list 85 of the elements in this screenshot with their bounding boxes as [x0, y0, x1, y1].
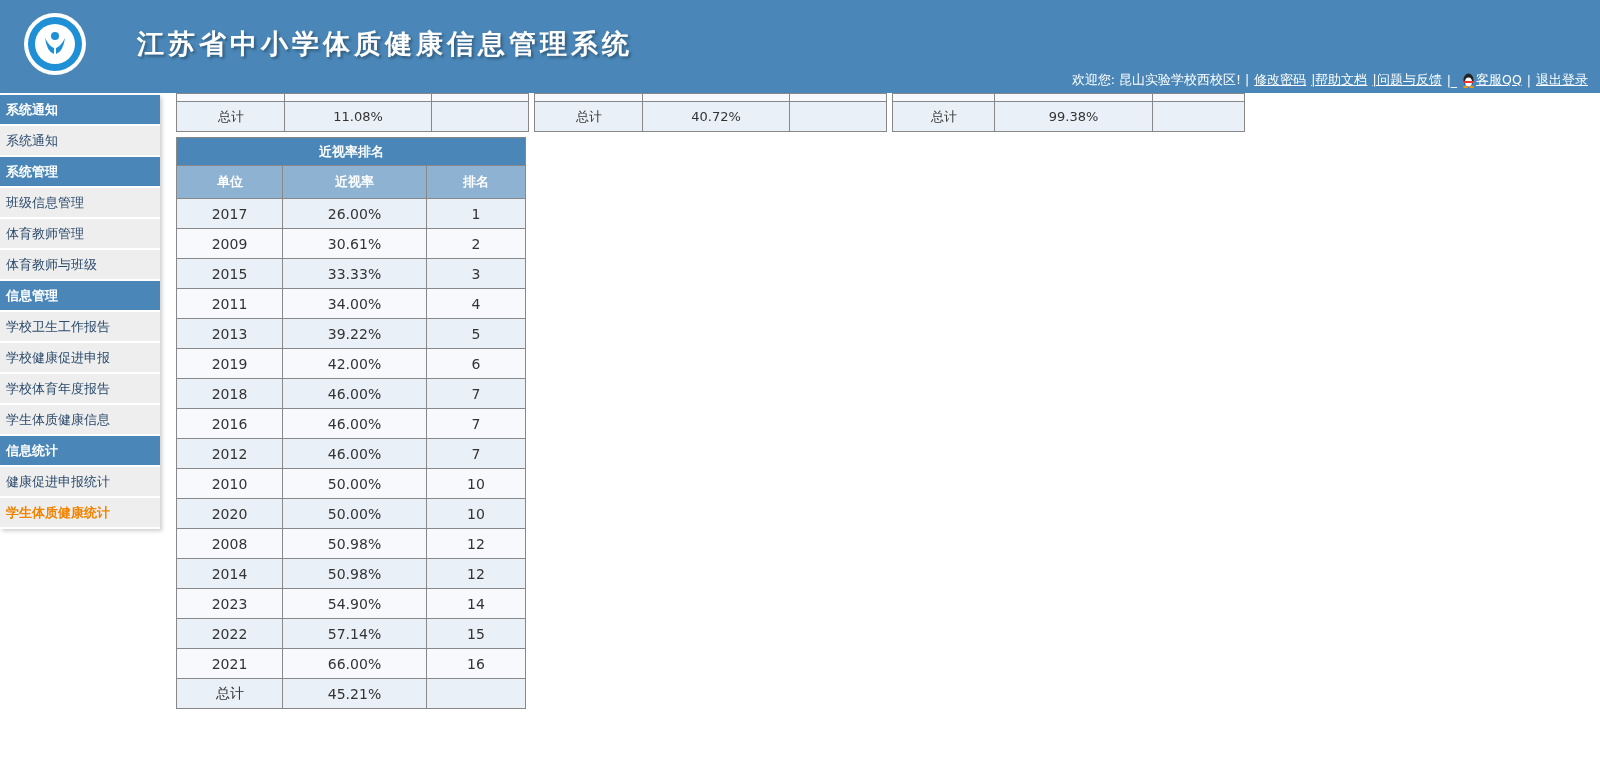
table-cell: 40.72% [642, 101, 790, 132]
table-cell: 10 [426, 498, 526, 529]
header-link[interactable]: |帮助文档 [1311, 72, 1368, 89]
table-cell: 54.90% [282, 588, 427, 619]
table-cell: 2009 [176, 228, 283, 259]
table-cell: 总计 [892, 101, 995, 132]
sidebar-item[interactable]: 体育教师与班级 [0, 250, 160, 281]
sidebar-section-header[interactable]: 信息管理 [0, 281, 160, 312]
header-link[interactable]: 退出登录 [1536, 72, 1588, 89]
table-cell: 5 [426, 318, 526, 349]
header-link[interactable]: |问题与反馈 [1372, 72, 1442, 89]
table-cell: 总计 [176, 678, 283, 709]
table-cell: 46.00% [282, 408, 427, 439]
table-cell: 2017 [176, 198, 283, 229]
column-header: 排名 [426, 165, 526, 199]
sidebar-item[interactable]: 学校卫生工作报告 [0, 312, 160, 343]
table-cell: 99.38% [994, 101, 1153, 132]
sidebar-item[interactable]: 体育教师管理 [0, 219, 160, 250]
table-cell: 34.00% [282, 288, 427, 319]
customer-service-link[interactable]: 客服QQ [1476, 72, 1522, 89]
table-cell: 45.21% [282, 678, 427, 709]
table-cell: 57.14% [282, 618, 427, 649]
table-cell: 7 [426, 438, 526, 469]
sidebar-section-header[interactable]: 系统管理 [0, 157, 160, 188]
table-cell: 2019 [176, 348, 283, 379]
logo-icon [23, 12, 87, 76]
table-cell: 10 [426, 468, 526, 499]
sidebar-item[interactable]: 健康促进申报统计 [0, 467, 160, 498]
table-title: 近视率排名 [176, 137, 526, 166]
table-cell: 1 [426, 198, 526, 229]
table-cell: 2013 [176, 318, 283, 349]
table-cell: 2008 [176, 528, 283, 559]
table-cell: 总计 [176, 101, 285, 132]
table-cell: 2020 [176, 498, 283, 529]
table-cell: 14 [426, 588, 526, 619]
sidebar-item[interactable]: 学校体育年度报告 [0, 374, 160, 405]
table-cell: 7 [426, 408, 526, 439]
table-cell: 66.00% [282, 648, 427, 679]
table-cell: 2018 [176, 378, 283, 409]
table-cell: 11.08% [284, 101, 432, 132]
table-cell: 2011 [176, 288, 283, 319]
table-cell: 12 [426, 528, 526, 559]
table-cell: 2010 [176, 468, 283, 499]
table-cell: 2 [426, 228, 526, 259]
table-cell: 50.98% [282, 528, 427, 559]
separator-text: | [1526, 73, 1531, 88]
table-cell: 4 [426, 288, 526, 319]
table-cell: 50.98% [282, 558, 427, 589]
table-cell: 3 [426, 258, 526, 289]
sidebar-item[interactable]: 学生体质健康统计 [0, 498, 160, 529]
sidebar-item[interactable]: 学校健康促进申报 [0, 343, 160, 374]
welcome-text: 欢迎您: 昆山实验学校西校区! | [1071, 72, 1250, 89]
table-cell: 6 [426, 348, 526, 379]
table-cell: 30.61% [282, 228, 427, 259]
table-cell: 7 [426, 378, 526, 409]
table-cell: 15 [426, 618, 526, 649]
table-cell: 2021 [176, 648, 283, 679]
table-cell: 16 [426, 648, 526, 679]
table-cell: 42.00% [282, 348, 427, 379]
table-cell: 39.22% [282, 318, 427, 349]
sidebar-item[interactable]: 班级信息管理 [0, 188, 160, 219]
table-cell: 46.00% [282, 378, 427, 409]
table-cell: 50.00% [282, 498, 427, 529]
table-cell: 26.00% [282, 198, 427, 229]
system-title: 江苏省中小学体质健康信息管理系统 [137, 27, 633, 61]
table-cell: 50.00% [282, 468, 427, 499]
sidebar-section-header[interactable]: 信息统计 [0, 436, 160, 467]
table-cell: 12 [426, 558, 526, 589]
sidebar-item[interactable]: 学生体质健康信息 [0, 405, 160, 436]
table-cell: 33.33% [282, 258, 427, 289]
table-cell: 2015 [176, 258, 283, 289]
column-header: 近视率 [282, 165, 427, 199]
table-cell: 总计 [534, 101, 643, 132]
table-cell: 2014 [176, 558, 283, 589]
separator-text: |_ [1446, 73, 1458, 88]
table-cell: 2016 [176, 408, 283, 439]
table-cell: 2023 [176, 588, 283, 619]
penguin-icon [1462, 73, 1476, 88]
header-link[interactable]: 修改密码 [1254, 72, 1307, 89]
sidebar-section-header[interactable]: 系统通知 [0, 95, 160, 126]
column-header: 单位 [176, 165, 283, 199]
table-cell: 46.00% [282, 438, 427, 469]
sidebar-item[interactable]: 系统通知 [0, 126, 160, 157]
table-cell: 2022 [176, 618, 283, 649]
table-cell: 2012 [176, 438, 283, 469]
